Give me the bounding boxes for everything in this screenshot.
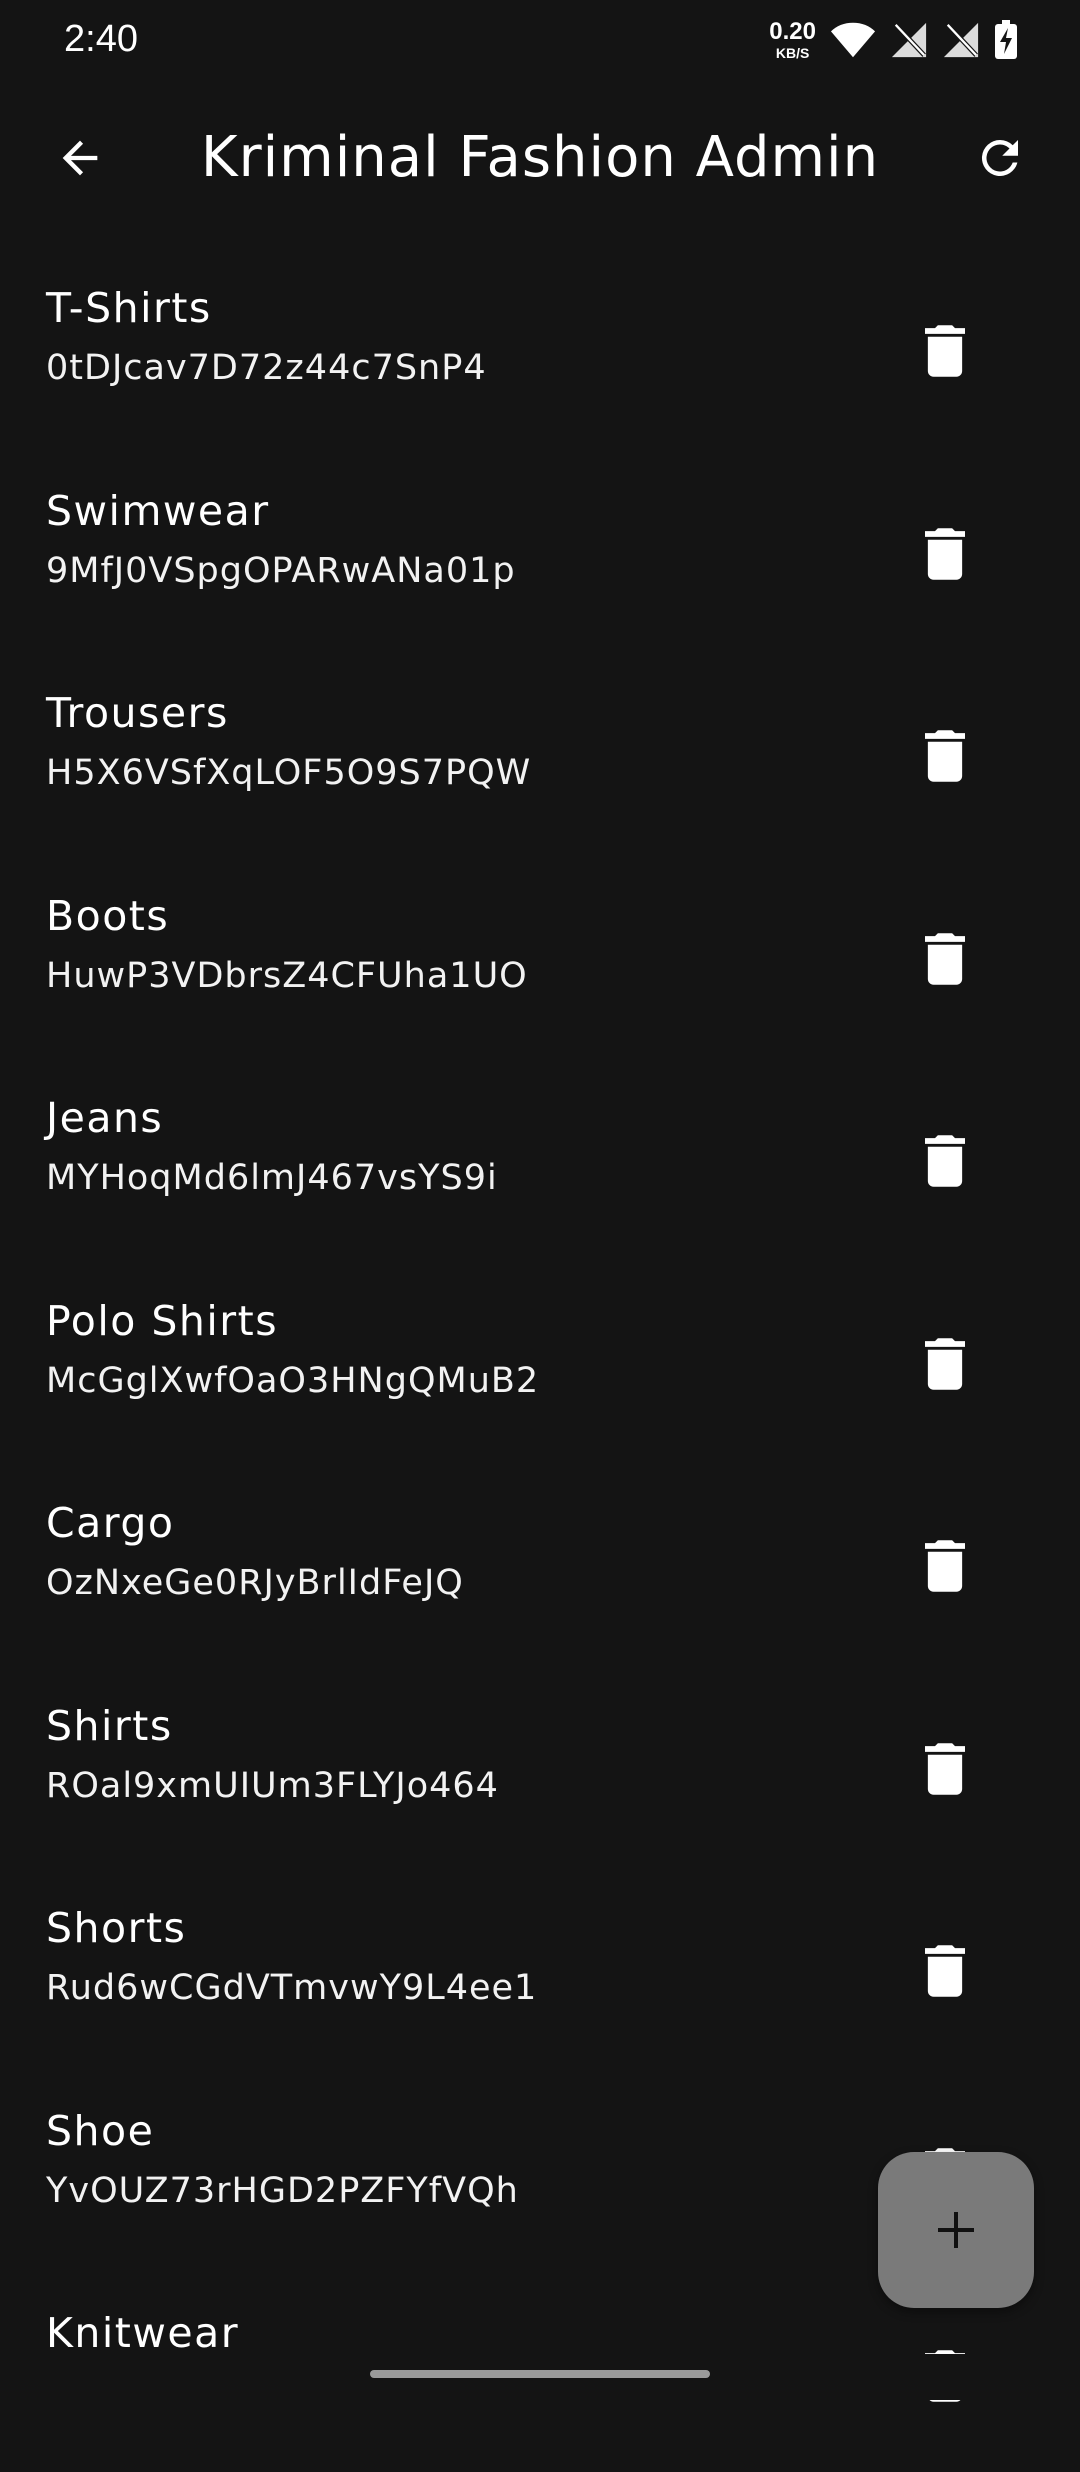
plus-icon [938,2212,974,2248]
category-list: T-Shirts 0tDJcav7D72z44c7SnP4 Swimwear 9MfJ… [0,244,1080,2472]
list-item[interactable]: Trousers H5X6VSfXqLOF5O9S7PQW [0,649,1080,852]
trash-icon [925,527,965,580]
trash-icon [925,325,965,377]
add-category-button[interactable] [878,2152,1034,2308]
category-id: HuwP3VDbrsZ4CFUha1UO [46,955,528,996]
no-signal-icon [891,22,927,58]
category-id: MYHoqMd6lmJ467vsYS9i [46,1158,498,1198]
refresh-icon [981,139,1018,176]
battery-charging-icon [995,20,1017,59]
arrow-back-icon [62,140,98,176]
list-item[interactable]: Swimwear 9MfJ0VSpgOPARwANa01p [0,447,1080,650]
category-name: Trousers [46,689,229,737]
delete-category-button[interactable] [900,1116,990,1206]
status-bar: 2:40 0.20 KB/S [0,0,1080,80]
category-id: 9MfJ0VSpgOPARwANa01p [46,550,516,591]
delete-category-button[interactable] [900,1926,990,2016]
page-title: Kriminal Fashion Admin [200,125,880,190]
trash-icon [925,932,965,985]
gesture-handle[interactable] [370,2370,710,2378]
category-name: Cargo [46,1499,175,1547]
delete-category-button[interactable] [900,1521,990,1611]
back-button[interactable] [40,118,120,198]
list-item[interactable]: Polo Shirts McGglXwfOaO3HNgQMuB2 [0,1257,1080,1460]
trash-icon [925,1742,965,1795]
list-item[interactable]: Jeans MYHoqMd6lmJ467vsYS9i [0,1054,1080,1257]
trash-icon [925,1945,965,1997]
category-id: OzNxeGe0RJyBrlIdFeJQ [46,1563,464,1603]
category-name: Jeans [46,1094,164,1142]
category-id: YvOUZ73rHGD2PZFYfVQh [46,2170,519,2211]
category-name: Polo Shirts [46,1296,279,1345]
no-signal-icon-2 [943,22,979,58]
trash-icon [925,1540,965,1592]
category-name: Shoe [46,2106,155,2155]
network-speed-value: 0.20 [769,18,816,45]
list-item[interactable]: T-Shirts 0tDJcav7D72z44c7SnP4 [0,244,1080,447]
category-id: ROal9xmUIUm3FLYJo464 [46,1765,499,1806]
list-item[interactable]: Shirts ROal9xmUIUm3FLYJo464 [0,1662,1080,1865]
category-id: H5X6VSfXqLOF5O9S7PQW [46,753,532,793]
navigation-bar [0,2354,1080,2400]
trash-icon [925,1337,965,1390]
list-item[interactable]: Boots HuwP3VDbrsZ4CFUha1UO [0,852,1080,1055]
category-name: Knitwear [46,2309,240,2357]
trash-icon [925,730,965,782]
category-name: Boots [46,891,170,940]
category-id: McGglXwfOaO3HNgQMuB2 [46,1360,540,1401]
category-name: T-Shirts [46,284,212,332]
category-name: Shorts [46,1904,187,1952]
category-name: Shirts [46,1701,173,1750]
category-id: Rud6wCGdVTmvwY9L4ee1 [46,1968,538,2008]
trash-icon [925,1135,965,1187]
delete-category-button[interactable] [900,1724,990,1814]
status-time: 2:40 [64,18,138,60]
list-item[interactable]: Cargo OzNxeGe0RJyBrlIdFeJQ [0,1459,1080,1662]
delete-category-button[interactable] [900,509,990,599]
network-speed-indicator: 0.20 KB/S [769,18,816,61]
category-id: 0tDJcav7D72z44c7SnP4 [46,348,487,388]
list-item[interactable]: Shorts Rud6wCGdVTmvwY9L4ee1 [0,1864,1080,2067]
app-bar: Kriminal Fashion Admin [0,90,1080,226]
category-name: Swimwear [46,486,270,535]
refresh-button[interactable] [960,118,1040,198]
delete-category-button[interactable] [900,306,990,396]
delete-category-button[interactable] [900,914,990,1004]
delete-category-button[interactable] [900,711,990,801]
network-speed-unit: KB/S [775,45,810,61]
wifi-icon [830,22,876,58]
delete-category-button[interactable] [900,1319,990,1409]
status-icons: 0.20 KB/S [769,16,1018,64]
